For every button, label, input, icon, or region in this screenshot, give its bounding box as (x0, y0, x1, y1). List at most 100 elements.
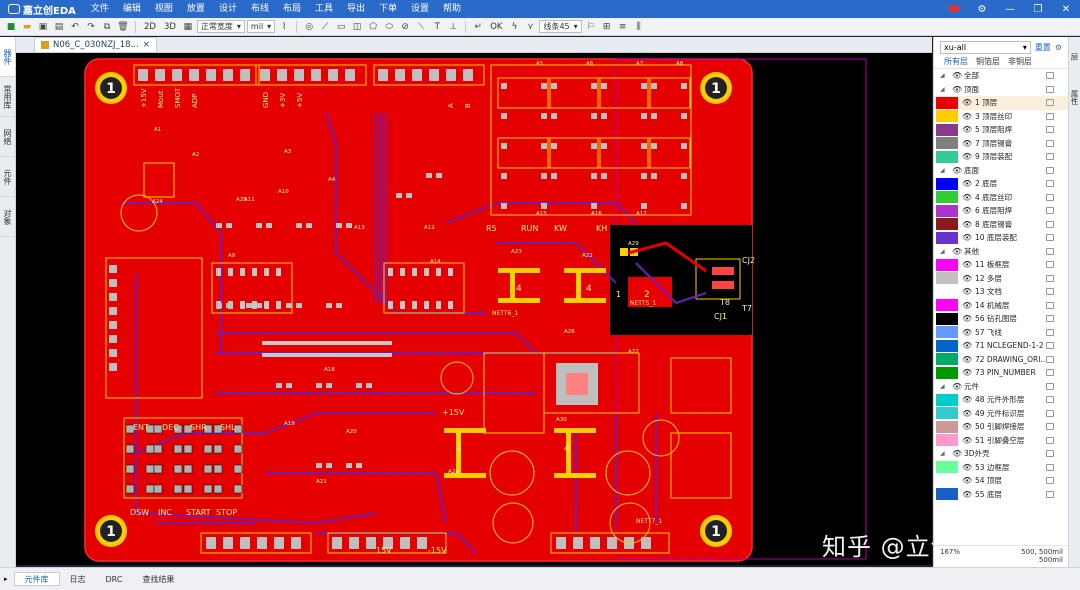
eye-icon[interactable]: 👁 (962, 422, 972, 431)
tab-properties[interactable]: 属性 (1069, 77, 1080, 117)
eye-icon[interactable]: 👁 (962, 368, 972, 377)
lock-icon[interactable] (1046, 490, 1054, 498)
menu-help[interactable]: 帮助 (436, 0, 468, 18)
tab-library[interactable]: 元件库 (13, 572, 60, 586)
maximize-button[interactable]: ❐ (1024, 4, 1052, 15)
eye-icon[interactable]: 👁 (962, 436, 972, 445)
chevron-down-icon[interactable]: ◢ (940, 72, 948, 79)
lock-icon[interactable] (1046, 247, 1054, 255)
tab-components[interactable]: 器件 (0, 37, 15, 77)
close-button[interactable]: ✕ (1052, 4, 1080, 15)
layer-row[interactable]: 👁 5 顶层阻焊 (934, 123, 1068, 137)
eye-icon[interactable]: 👁 (962, 125, 972, 134)
ellipse-icon[interactable]: ⬭ (382, 20, 396, 34)
lock-icon[interactable] (1046, 301, 1054, 309)
eye-icon[interactable]: 👁 (952, 71, 962, 80)
save-icon[interactable]: ▣ (36, 20, 50, 34)
lock-icon[interactable] (1046, 112, 1054, 120)
layer-preset-select[interactable]: xu-all ▾ (940, 40, 1031, 54)
layer-color-swatch[interactable] (936, 434, 958, 447)
layer-row[interactable]: 👁 48 元件外形层 (934, 393, 1068, 407)
language-flag-icon[interactable] (940, 4, 968, 15)
eye-icon[interactable]: 👁 (962, 490, 972, 499)
chevron-down-icon[interactable]: ◢ (940, 383, 948, 390)
layer-color-swatch[interactable] (936, 353, 958, 366)
lock-icon[interactable] (1046, 180, 1054, 188)
layer-group-row[interactable]: ◢ 👁 底面 (934, 164, 1068, 178)
tab-non-copper-layers[interactable]: 非铜层 (1008, 56, 1032, 67)
target-icon[interactable]: ◎ (302, 20, 316, 34)
chevron-down-icon[interactable]: ◢ (940, 248, 948, 255)
redo-icon[interactable]: ↷ (84, 20, 98, 34)
lock-icon[interactable] (1046, 288, 1054, 296)
wire-icon[interactable]: ⟋ (318, 20, 332, 34)
drc-icon[interactable]: ⚐ (584, 20, 598, 34)
layer-color-swatch[interactable] (936, 420, 958, 433)
lock-icon[interactable] (1046, 139, 1054, 147)
layer-color-swatch[interactable] (936, 393, 958, 406)
reset-button[interactable]: 重置 (1035, 42, 1051, 53)
lock-icon[interactable] (1046, 85, 1054, 93)
lock-icon[interactable] (1046, 274, 1054, 282)
eye-icon[interactable]: 👁 (952, 85, 962, 94)
lock-icon[interactable] (1046, 99, 1054, 107)
tab-common-library[interactable]: 常用库 (0, 77, 15, 117)
layer-row[interactable]: 👁 1 顶层 (934, 96, 1068, 110)
layer-color-swatch[interactable] (936, 474, 958, 487)
layer-row[interactable]: 👁 72 DRAWING_ORI... (934, 353, 1068, 367)
tab-drc[interactable]: DRC (96, 572, 133, 586)
layer-group-row[interactable]: ◢ 👁 全部 (934, 69, 1068, 83)
eye-icon[interactable]: 👁 (962, 476, 972, 485)
menu-design[interactable]: 设计 (212, 0, 244, 18)
lock-icon[interactable] (1046, 382, 1054, 390)
layer-color-swatch[interactable] (936, 285, 958, 298)
route-icon[interactable]: ⌇ (277, 20, 291, 34)
lock-icon[interactable] (1046, 396, 1054, 404)
eye-icon[interactable]: 👁 (952, 449, 962, 458)
layer-row[interactable]: 👁 51 引脚叠空层 (934, 434, 1068, 448)
layer-row[interactable]: 👁 14 机械层 (934, 299, 1068, 313)
copy-icon[interactable]: ⧉ (100, 20, 114, 34)
tab-layers[interactable]: 层 (1069, 37, 1080, 77)
save-all-icon[interactable]: ▤ (52, 20, 66, 34)
menu-view[interactable]: 视图 (148, 0, 180, 18)
expand-icon[interactable]: ▸ (4, 575, 8, 583)
eye-icon[interactable]: 👁 (962, 152, 972, 161)
menu-place[interactable]: 放置 (180, 0, 212, 18)
menu-settings[interactable]: 设置 (404, 0, 436, 18)
layer-row[interactable]: 👁 8 底层锡膏 (934, 218, 1068, 232)
lock-icon[interactable] (1046, 342, 1054, 350)
eye-icon[interactable]: 👁 (962, 260, 972, 269)
lock-icon[interactable] (1046, 355, 1054, 363)
lock-icon[interactable] (1046, 72, 1054, 80)
layer-color-swatch[interactable] (936, 231, 958, 244)
lock-icon[interactable] (1046, 409, 1054, 417)
ok-icon[interactable]: OK (487, 22, 505, 32)
tab-find-results[interactable]: 查找结果 (132, 572, 184, 586)
eye-icon[interactable]: 👁 (962, 139, 972, 148)
eye-icon[interactable]: 👁 (962, 193, 972, 202)
return-icon[interactable]: ↵ (471, 20, 485, 34)
layer-color-swatch[interactable] (936, 339, 958, 352)
layer-color-swatch[interactable] (936, 407, 958, 420)
layer-color-swatch[interactable] (936, 191, 958, 204)
pcb-canvas[interactable]: 1 1 1 1 ENT DEC SHR SHL DSW INC START ST… (16, 53, 932, 565)
trace-icon[interactable]: ϟ (507, 20, 521, 34)
layer-group-row[interactable]: ◢ 👁 顶面 (934, 83, 1068, 97)
eye-icon[interactable]: 👁 (962, 355, 972, 364)
layer-row[interactable]: 👁 2 底层 (934, 177, 1068, 191)
delete-icon[interactable]: 🗑 (116, 20, 130, 34)
component-icon[interactable]: ▭ (334, 20, 348, 34)
eye-icon[interactable]: 👁 (962, 409, 972, 418)
eye-icon[interactable]: 👁 (962, 463, 972, 472)
menu-export[interactable]: 导出 (340, 0, 372, 18)
view-3d-button[interactable]: 3D (161, 22, 179, 32)
lock-icon[interactable] (1046, 328, 1054, 336)
lock-icon[interactable] (1046, 463, 1054, 471)
minimize-button[interactable]: — (996, 4, 1024, 15)
open-folder-icon[interactable]: ▬ (20, 20, 34, 34)
layer-row[interactable]: 👁 11 板框层 (934, 258, 1068, 272)
lock-icon[interactable] (1046, 369, 1054, 377)
menu-route[interactable]: 布线 (244, 0, 276, 18)
align-icon[interactable]: ≡ (616, 20, 630, 34)
